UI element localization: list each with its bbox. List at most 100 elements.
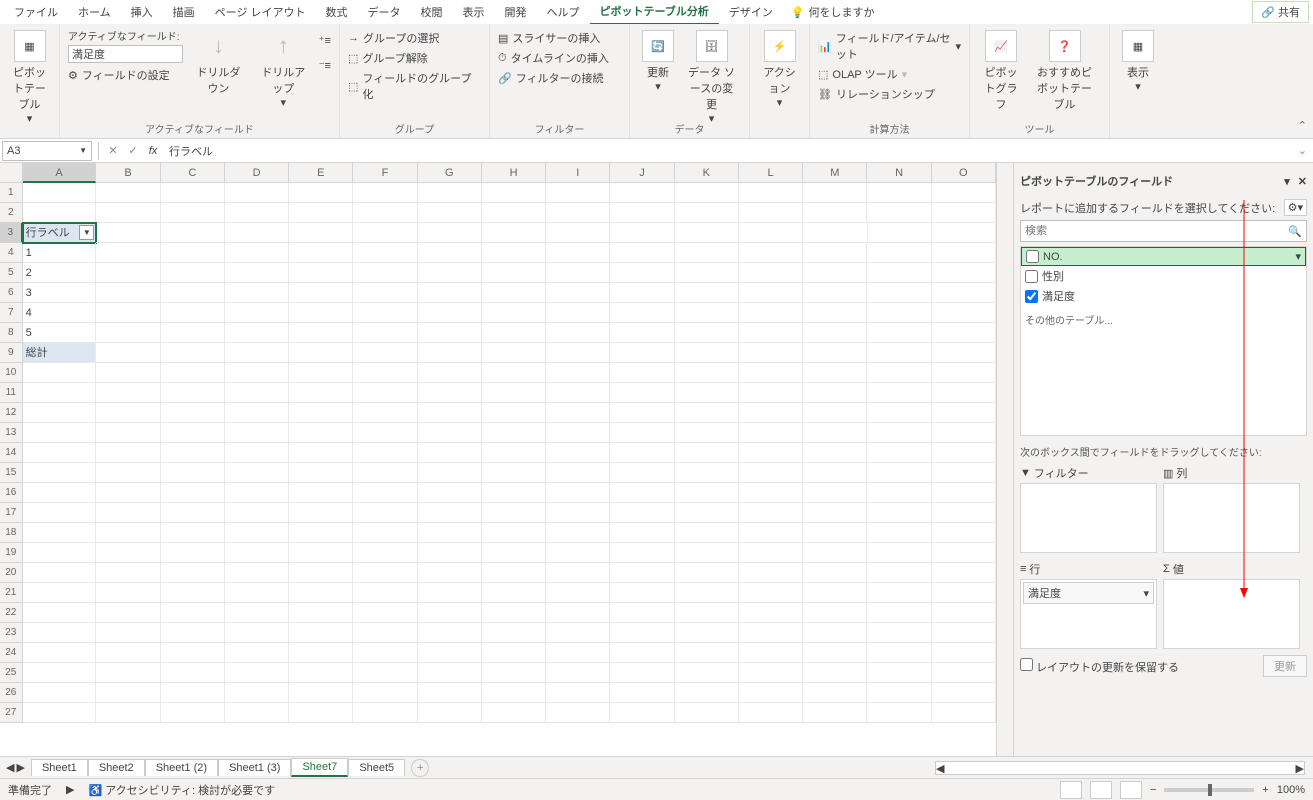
- cell-F16[interactable]: [353, 483, 417, 503]
- cell-J22[interactable]: [610, 603, 674, 623]
- insert-timeline-button[interactable]: ⏱タイムラインの挿入: [498, 48, 621, 68]
- cell-A9[interactable]: 総計: [23, 343, 97, 363]
- values-area[interactable]: Σ値: [1163, 559, 1300, 649]
- cell-A7[interactable]: 4: [23, 303, 97, 323]
- cell-L13[interactable]: [739, 423, 803, 443]
- cell-L19[interactable]: [739, 543, 803, 563]
- cell-M25[interactable]: [803, 663, 867, 683]
- cell-L21[interactable]: [739, 583, 803, 603]
- cell-G2[interactable]: [418, 203, 482, 223]
- cell-G19[interactable]: [418, 543, 482, 563]
- cell-M6[interactable]: [803, 283, 867, 303]
- cell-H13[interactable]: [482, 423, 546, 443]
- cell-J4[interactable]: [610, 243, 674, 263]
- cell-L16[interactable]: [739, 483, 803, 503]
- row-header-25[interactable]: 25: [0, 663, 23, 683]
- cell-K13[interactable]: [675, 423, 739, 443]
- cell-N23[interactable]: [867, 623, 931, 643]
- cell-I8[interactable]: [546, 323, 610, 343]
- cell-M15[interactable]: [803, 463, 867, 483]
- cell-F19[interactable]: [353, 543, 417, 563]
- cell-I7[interactable]: [546, 303, 610, 323]
- field-item-no[interactable]: NO.▾: [1021, 247, 1306, 266]
- pivotchart-button[interactable]: 📈ピボットグラフ: [978, 28, 1024, 114]
- cell-I23[interactable]: [546, 623, 610, 643]
- cell-H3[interactable]: [482, 223, 546, 243]
- cell-B3[interactable]: [96, 223, 160, 243]
- zoom-in-button[interactable]: +: [1262, 784, 1268, 796]
- rows-area[interactable]: ≡行 満足度▾: [1020, 559, 1157, 649]
- cell-C2[interactable]: [161, 203, 225, 223]
- cell-E1[interactable]: [289, 183, 353, 203]
- cell-F25[interactable]: [353, 663, 417, 683]
- cell-N4[interactable]: [867, 243, 931, 263]
- cell-E10[interactable]: [289, 363, 353, 383]
- sheet-tab-4[interactable]: Sheet7: [291, 758, 348, 777]
- cell-M3[interactable]: [803, 223, 867, 243]
- sheet-tab-2[interactable]: Sheet1 (2): [145, 759, 218, 776]
- cell-M14[interactable]: [803, 443, 867, 463]
- cell-L23[interactable]: [739, 623, 803, 643]
- cell-J25[interactable]: [610, 663, 674, 683]
- cell-D13[interactable]: [225, 423, 289, 443]
- row-header-7[interactable]: 7: [0, 303, 23, 323]
- cell-K11[interactable]: [675, 383, 739, 403]
- cell-I26[interactable]: [546, 683, 610, 703]
- cell-G12[interactable]: [418, 403, 482, 423]
- sheet-tab-3[interactable]: Sheet1 (3): [218, 759, 291, 776]
- cell-L3[interactable]: [739, 223, 803, 243]
- cell-A24[interactable]: [23, 643, 97, 663]
- spreadsheet-grid[interactable]: A B C D E F G H I J K L M N O 123行ラベル▼41…: [0, 163, 996, 756]
- cell-B14[interactable]: [96, 443, 160, 463]
- cell-O13[interactable]: [932, 423, 996, 443]
- macro-icon[interactable]: ▶: [66, 783, 74, 796]
- cell-F6[interactable]: [353, 283, 417, 303]
- cell-D21[interactable]: [225, 583, 289, 603]
- cell-N5[interactable]: [867, 263, 931, 283]
- cell-O5[interactable]: [932, 263, 996, 283]
- active-field-input[interactable]: [68, 45, 183, 63]
- cell-A11[interactable]: [23, 383, 97, 403]
- cell-H8[interactable]: [482, 323, 546, 343]
- cell-H6[interactable]: [482, 283, 546, 303]
- cell-C20[interactable]: [161, 563, 225, 583]
- cell-A5[interactable]: 2: [23, 263, 97, 283]
- cell-B18[interactable]: [96, 523, 160, 543]
- col-header-E[interactable]: E: [289, 163, 353, 183]
- cell-B12[interactable]: [96, 403, 160, 423]
- cell-J12[interactable]: [610, 403, 674, 423]
- cell-G11[interactable]: [418, 383, 482, 403]
- normal-view-button[interactable]: [1060, 781, 1082, 799]
- cell-F5[interactable]: [353, 263, 417, 283]
- row-header-9[interactable]: 9: [0, 343, 23, 363]
- cell-O23[interactable]: [932, 623, 996, 643]
- cell-L5[interactable]: [739, 263, 803, 283]
- cell-L1[interactable]: [739, 183, 803, 203]
- menu-insert[interactable]: 挿入: [121, 0, 163, 24]
- cell-E17[interactable]: [289, 503, 353, 523]
- cell-B5[interactable]: [96, 263, 160, 283]
- cell-I11[interactable]: [546, 383, 610, 403]
- cell-G6[interactable]: [418, 283, 482, 303]
- cell-C25[interactable]: [161, 663, 225, 683]
- col-header-C[interactable]: C: [161, 163, 225, 183]
- cell-N13[interactable]: [867, 423, 931, 443]
- zoom-level[interactable]: 100%: [1277, 784, 1305, 796]
- tab-next-button[interactable]: ▶: [16, 761, 24, 774]
- cell-I4[interactable]: [546, 243, 610, 263]
- cell-I18[interactable]: [546, 523, 610, 543]
- cell-K18[interactable]: [675, 523, 739, 543]
- cell-F10[interactable]: [353, 363, 417, 383]
- cell-G20[interactable]: [418, 563, 482, 583]
- cell-O11[interactable]: [932, 383, 996, 403]
- cell-H11[interactable]: [482, 383, 546, 403]
- cell-K7[interactable]: [675, 303, 739, 323]
- cell-K27[interactable]: [675, 703, 739, 723]
- cell-K25[interactable]: [675, 663, 739, 683]
- cell-G8[interactable]: [418, 323, 482, 343]
- cell-M19[interactable]: [803, 543, 867, 563]
- cell-D14[interactable]: [225, 443, 289, 463]
- cell-B23[interactable]: [96, 623, 160, 643]
- cell-I27[interactable]: [546, 703, 610, 723]
- row-header-3[interactable]: 3: [0, 223, 23, 243]
